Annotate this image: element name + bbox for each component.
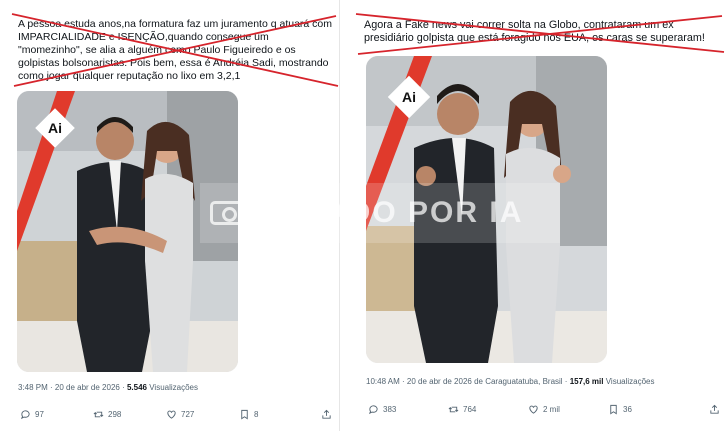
- left-post-actions: 97 298 727 8: [20, 409, 332, 420]
- share-icon: [710, 404, 719, 414]
- right-post-timestamp[interactable]: 10:48 AM · 20 de abr de 2026 de Caraguat…: [366, 377, 570, 386]
- right-post-text: Agora a Fake news vai correr solta na Gl…: [364, 19, 705, 45]
- share-button[interactable]: [321, 409, 332, 420]
- repost-count: 298: [108, 410, 122, 419]
- bookmark-count: 36: [623, 405, 632, 414]
- bookmark-icon: [241, 409, 248, 420]
- camera-icon: [210, 201, 246, 225]
- ai-generated-watermark: GERADO POR IA: [200, 183, 560, 243]
- right-post-meta: 10:48 AM · 20 de abr de 2026 de Caraguat…: [366, 377, 655, 386]
- bookmark-icon: [610, 404, 617, 415]
- reply-button[interactable]: 97: [20, 409, 93, 420]
- repost-icon: [448, 406, 459, 413]
- reply-icon: [368, 405, 378, 415]
- like-icon: [529, 405, 538, 414]
- bookmark-button[interactable]: 36: [608, 404, 688, 415]
- share-button[interactable]: [709, 404, 720, 415]
- watermark-label: GERADO POR IA: [254, 196, 524, 229]
- reply-button[interactable]: 383: [368, 404, 448, 415]
- share-icon: [322, 409, 331, 419]
- like-count: 2 mil: [543, 405, 560, 414]
- ai-badge-label: Ai: [402, 89, 416, 105]
- left-post-timestamp[interactable]: 3:48 PM · 20 de abr de 2026 ·: [18, 383, 127, 392]
- repost-button[interactable]: 764: [448, 404, 528, 415]
- comparison-screenshot: A pessoa estuda anos,na formatura faz um…: [0, 0, 726, 431]
- like-count: 727: [181, 410, 195, 419]
- like-button[interactable]: 727: [166, 409, 239, 420]
- right-post-views-count: 157,6 mil: [569, 377, 604, 386]
- bookmark-count: 8: [254, 410, 259, 419]
- left-post-meta: 3:48 PM · 20 de abr de 2026 · 5.546 Visu…: [18, 383, 198, 392]
- left-post-views-label: Visualizações: [147, 383, 198, 392]
- right-post-views-label: Visualizações: [603, 377, 655, 386]
- reply-count: 97: [35, 410, 44, 419]
- repost-count: 764: [463, 405, 477, 414]
- repost-button[interactable]: 298: [93, 409, 166, 420]
- reply-icon: [20, 410, 30, 420]
- ai-badge-label: Ai: [48, 120, 62, 136]
- bookmark-button[interactable]: 8: [239, 409, 312, 420]
- right-post-actions: 383 764 2 mil 36: [368, 404, 720, 415]
- left-post-text: A pessoa estuda anos,na formatura faz um…: [18, 18, 333, 82]
- like-icon: [167, 410, 176, 419]
- like-button[interactable]: 2 mil: [528, 404, 608, 415]
- repost-icon: [93, 411, 104, 418]
- reply-count: 383: [383, 405, 397, 414]
- left-post-views-count: 5.546: [126, 383, 147, 392]
